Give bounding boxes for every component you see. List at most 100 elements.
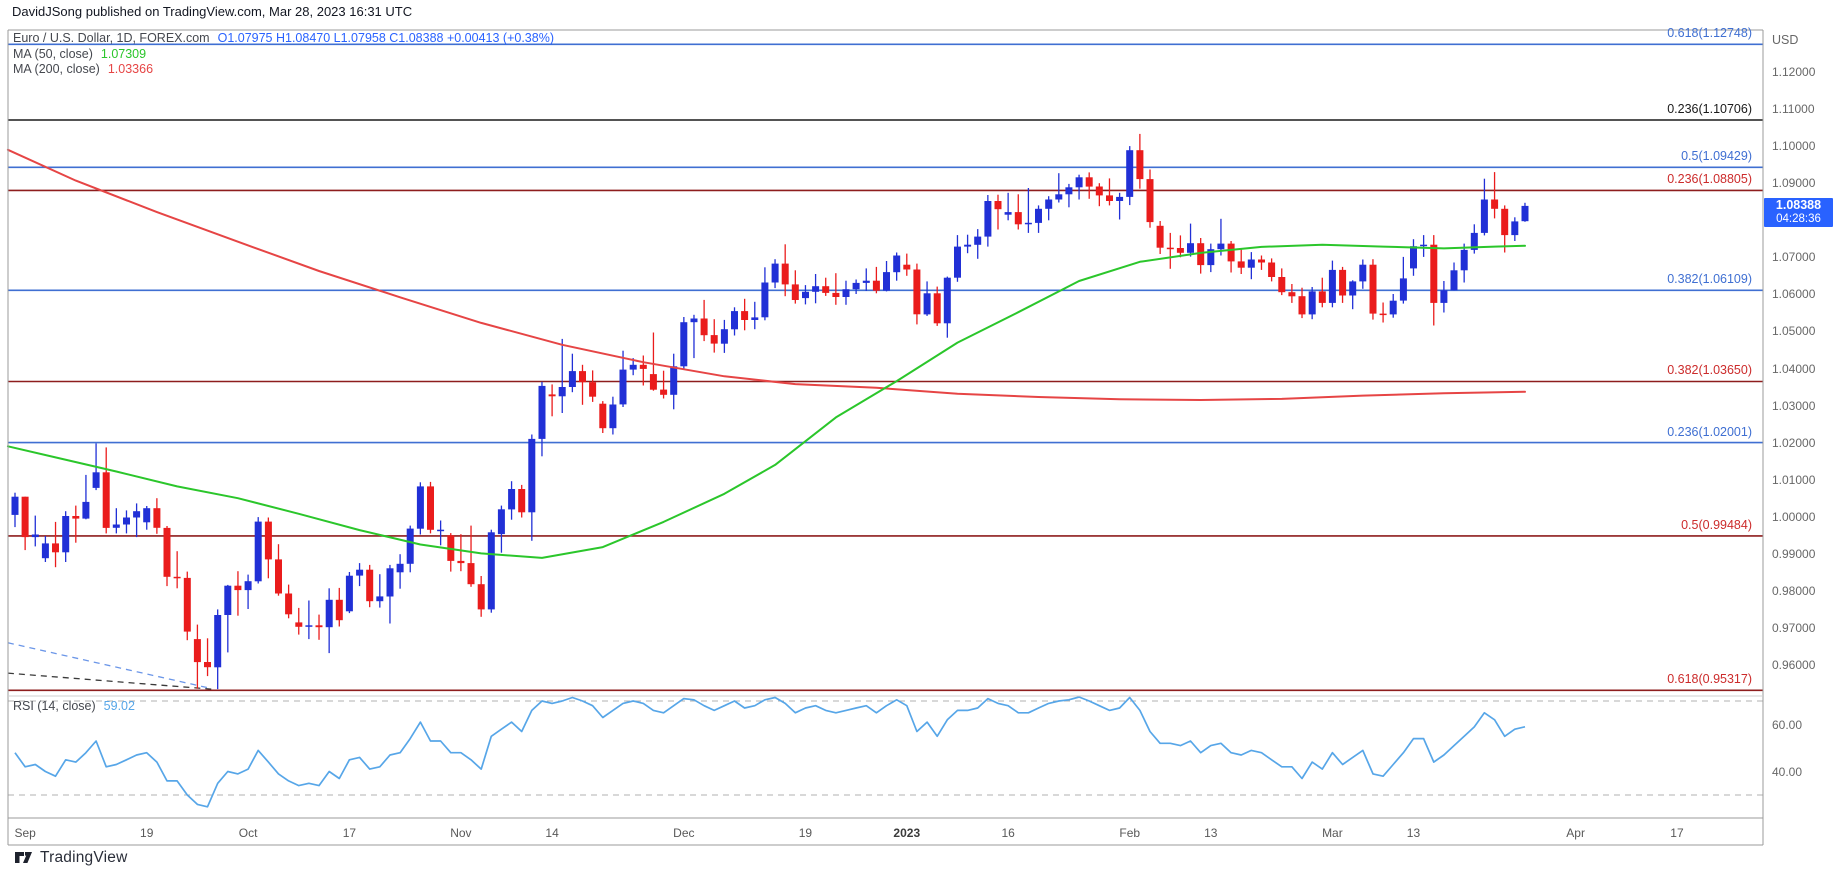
- time-axis-tick: 19: [112, 826, 182, 840]
- candle-body: [498, 509, 505, 534]
- price-axis-tick: 0.98000: [1772, 584, 1815, 598]
- watermark-text: TradingView: [40, 849, 128, 867]
- candle-body: [1055, 194, 1062, 199]
- candle-body: [478, 584, 485, 609]
- time-axis-tick: Mar: [1297, 826, 1367, 840]
- ma50-legend: MA (50, close)1.07309: [13, 47, 146, 61]
- candle-body: [93, 472, 100, 488]
- candle-body: [22, 497, 29, 537]
- candle-body: [1339, 270, 1346, 296]
- price-chart-canvas[interactable]: [0, 0, 1834, 875]
- candle-body: [1491, 200, 1498, 209]
- trendlines[interactable]: [8, 643, 216, 690]
- fib-level-label: 0.382(1.03650): [1667, 363, 1752, 378]
- ohlc-values: O1.07975 H1.08470 L1.07958 C1.08388 +0.0…: [218, 31, 554, 45]
- bar-countdown: 04:28:36: [1764, 213, 1833, 226]
- candle-body: [1370, 265, 1377, 314]
- candle-body: [701, 319, 708, 336]
- candle-body: [1177, 248, 1184, 253]
- time-axis-tick: 2023: [872, 826, 942, 840]
- candle-body: [974, 237, 981, 245]
- candle-body: [275, 559, 282, 593]
- candle-body: [133, 511, 140, 517]
- candle-body: [1501, 209, 1508, 235]
- ma200-legend: MA (200, close)1.03366: [13, 62, 153, 76]
- candle-body: [1410, 246, 1417, 268]
- candle-body: [579, 371, 586, 382]
- candle-body: [457, 561, 464, 563]
- candle-body: [1511, 221, 1518, 235]
- candle-body: [356, 570, 363, 576]
- candles-layer[interactable]: [12, 134, 1529, 689]
- candle-body: [1238, 261, 1245, 267]
- candle-body: [691, 319, 698, 323]
- candle-body: [609, 405, 616, 429]
- ma200-line[interactable]: [8, 150, 1525, 400]
- candle-body: [670, 366, 677, 395]
- candle-body: [1126, 150, 1133, 197]
- candle-body: [1481, 200, 1488, 233]
- candle-body: [295, 622, 302, 626]
- candle-body: [12, 497, 19, 515]
- candle-body: [822, 286, 829, 293]
- candle-body: [164, 528, 171, 577]
- candle-body: [589, 382, 596, 397]
- candle-body: [32, 535, 39, 538]
- candle-body: [72, 516, 79, 519]
- candle-body: [518, 489, 525, 512]
- candle-body: [1359, 265, 1366, 282]
- candle-body: [1319, 291, 1326, 303]
- candle-body: [1096, 187, 1103, 196]
- time-axis-tick: Feb: [1095, 826, 1165, 840]
- candle-body: [285, 594, 292, 615]
- candle-body: [559, 387, 566, 396]
- candle-body: [42, 543, 49, 558]
- candle-body: [924, 293, 931, 314]
- fib-level-label: 0.5(0.99484): [1681, 518, 1752, 533]
- candle-body: [143, 508, 150, 522]
- fib-level-label: 0.236(1.10706): [1667, 102, 1752, 117]
- price-axis-tick: 1.05000: [1772, 324, 1815, 338]
- last-price-badge: 1.08388 04:28:36: [1764, 198, 1833, 227]
- candle-body: [488, 532, 495, 609]
- tradingview-watermark: TradingView: [14, 848, 128, 867]
- chart-frame: [8, 30, 1763, 845]
- candle-body: [964, 245, 971, 247]
- candle-body: [1157, 226, 1164, 248]
- ma200-label: MA (200, close): [13, 62, 100, 76]
- candle-body: [660, 390, 667, 395]
- rsi-pane[interactable]: [8, 697, 1763, 807]
- candle-body: [873, 281, 880, 291]
- candle-body: [1086, 177, 1093, 186]
- time-axis-tick: Sep: [0, 826, 60, 840]
- fib-level-label: 0.618(0.95317): [1667, 672, 1752, 687]
- candle-body: [194, 639, 201, 662]
- candle-body: [224, 586, 231, 615]
- candle-body: [995, 201, 1002, 209]
- ma50-label: MA (50, close): [13, 47, 93, 61]
- candle-body: [863, 281, 870, 283]
- candle-body: [387, 568, 394, 596]
- candle-body: [569, 371, 576, 387]
- candle-body: [1065, 187, 1072, 194]
- fib-level-label: 0.236(1.08805): [1667, 172, 1752, 187]
- candle-body: [893, 256, 900, 273]
- fib-level-label: 0.618(1.12748): [1667, 26, 1752, 41]
- price-axis-tick: 1.00000: [1772, 510, 1815, 524]
- candle-body: [62, 516, 69, 552]
- candle-body: [1329, 270, 1336, 303]
- candle-body: [123, 518, 130, 525]
- price-axis-tick: 0.99000: [1772, 547, 1815, 561]
- candle-body: [731, 311, 738, 329]
- time-axis-tick: Nov: [426, 826, 496, 840]
- candle-body: [680, 322, 687, 366]
- rsi-axis-tick: 40.00: [1772, 765, 1802, 779]
- candle-body: [782, 264, 789, 285]
- candle-body: [944, 278, 951, 324]
- candle-body: [305, 625, 312, 627]
- candle-body: [1278, 277, 1285, 292]
- price-axis-tick: 1.02000: [1772, 436, 1815, 450]
- candle-body: [1005, 212, 1012, 215]
- candle-body: [1420, 245, 1427, 247]
- candle-body: [265, 522, 272, 560]
